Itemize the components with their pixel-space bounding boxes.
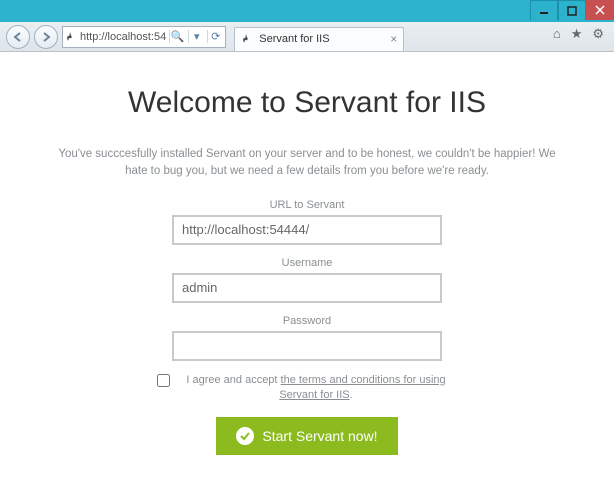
terms-text: I agree and accept the terms and conditi… <box>175 373 457 404</box>
check-circle-icon <box>236 427 254 445</box>
password-field: Password <box>30 315 584 361</box>
username-label: Username <box>30 257 584 269</box>
page-content: Welcome to Servant for IIS You've succce… <box>0 52 614 465</box>
favorites-icon[interactable]: ★ <box>571 26 583 42</box>
url-input[interactable] <box>172 215 442 245</box>
terms-checkbox[interactable] <box>157 374 170 387</box>
url-label: URL to Servant <box>30 199 584 211</box>
tab-close-icon[interactable]: × <box>390 32 397 46</box>
terms-agree: I agree and accept the terms and conditi… <box>157 373 457 404</box>
window-maximize-button[interactable] <box>558 0 586 20</box>
page-heading: Welcome to Servant for IIS <box>30 86 584 120</box>
tab-title: Servant for IIS <box>259 33 329 45</box>
terms-link[interactable]: the terms and conditions for using Serva… <box>279 374 445 401</box>
browser-window: http://localhost:54 🔍 ▾ ⟳ Servant for II… <box>0 0 614 500</box>
password-label: Password <box>30 315 584 327</box>
window-titlebar <box>0 0 614 22</box>
dropdown-icon[interactable]: ▾ <box>188 30 204 43</box>
tools-icon[interactable]: ⚙ <box>592 26 604 42</box>
arrow-right-icon <box>40 31 52 43</box>
intro-text: You've succcesfully installed Servant on… <box>47 146 567 181</box>
refresh-icon[interactable]: ⟳ <box>207 30 223 43</box>
start-button-label: Start Servant now! <box>262 428 377 444</box>
site-favicon-icon <box>65 31 77 43</box>
search-icon[interactable]: 🔍 <box>169 30 185 43</box>
username-field: Username <box>30 257 584 303</box>
url-field: URL to Servant <box>30 199 584 245</box>
window-minimize-button[interactable] <box>530 0 558 20</box>
home-icon[interactable]: ⌂ <box>553 26 561 42</box>
window-close-button[interactable] <box>586 0 614 20</box>
nav-back-button[interactable] <box>6 25 30 49</box>
browser-toolbar: http://localhost:54 🔍 ▾ ⟳ Servant for II… <box>0 22 614 52</box>
nav-forward-button[interactable] <box>34 25 58 49</box>
tab-favicon-icon <box>241 33 253 45</box>
start-button[interactable]: Start Servant now! <box>216 417 397 455</box>
address-bar-url: http://localhost:54 <box>80 31 166 43</box>
address-bar[interactable]: http://localhost:54 🔍 ▾ ⟳ <box>62 26 226 48</box>
browser-menu-icons: ⌂ ★ ⚙ <box>553 26 604 42</box>
arrow-left-icon <box>12 31 24 43</box>
password-input[interactable] <box>172 331 442 361</box>
browser-tab[interactable]: Servant for IIS × <box>234 27 404 51</box>
username-input[interactable] <box>172 273 442 303</box>
